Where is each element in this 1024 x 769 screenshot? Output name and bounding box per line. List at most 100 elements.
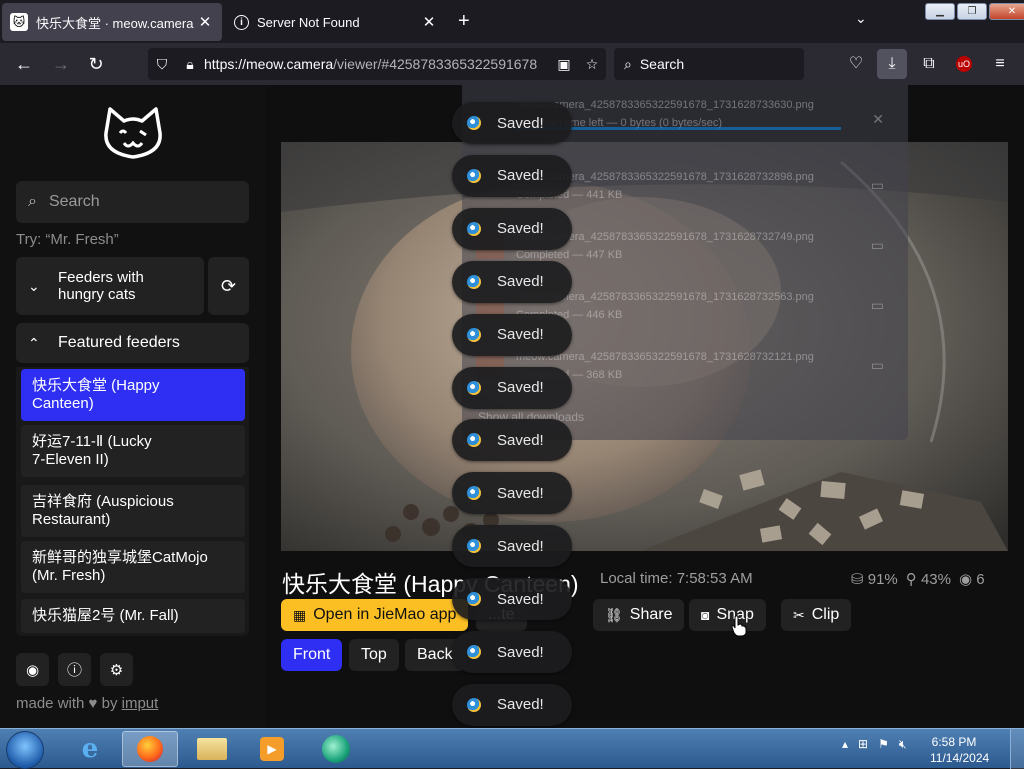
toast-label: Saved! xyxy=(497,114,544,132)
saved-toast[interactable]: Saved! xyxy=(452,683,572,726)
new-tab-plus-icon[interactable]: + xyxy=(458,10,470,33)
action-center-flag-icon[interactable]: ⚑ xyxy=(878,737,889,752)
sidebar: ⌕ Search Try: “Mr. Fresh” ⌄ Feeders with… xyxy=(0,85,265,728)
app-globe-icon[interactable] xyxy=(308,731,364,767)
sidebar-search-input[interactable]: ⌕ Search xyxy=(16,181,249,223)
tab-bar: 🐱 快乐大食堂 · meow.camera ✕ i Server Not Fou… xyxy=(0,0,1024,43)
folder-icon[interactable]: ▭ xyxy=(871,177,884,194)
media-player-icon[interactable]: ▶ xyxy=(244,731,300,767)
start-button-windows-logo-icon[interactable] xyxy=(6,731,44,769)
author-link[interactable]: imput xyxy=(122,695,159,712)
featured-feeders-toggle[interactable]: ⌃ Featured feeders xyxy=(16,323,249,363)
feeder-item-mr-fresh[interactable]: 新鲜哥的独享城堡CatMojo (Mr. Fresh) xyxy=(21,541,245,593)
cancel-download-icon[interactable]: ✕ xyxy=(872,111,884,128)
saved-toast[interactable]: Saved! xyxy=(452,260,572,303)
toast-label: Saved! xyxy=(497,537,544,555)
saved-toast[interactable]: Saved! xyxy=(452,472,572,515)
list-all-tabs-chevron-icon[interactable]: ⌄ xyxy=(855,10,867,27)
saved-toast[interactable]: Saved! xyxy=(452,419,572,462)
chevron-down-icon: ⌄ xyxy=(28,277,40,294)
url-path: /viewer/#4258783365322591678 xyxy=(333,56,538,72)
saved-toast[interactable]: Saved! xyxy=(452,631,572,673)
back-arrow-icon[interactable]: ← xyxy=(12,52,36,76)
open-in-jiemao-app-button[interactable]: ▦ Open in JieMao app xyxy=(281,599,469,631)
bookmark-star-icon[interactable]: ☆ xyxy=(578,56,606,73)
view-front-button[interactable]: Front xyxy=(281,639,343,671)
lock-icon[interactable]: 🔒︎ xyxy=(176,56,204,73)
saved-toast[interactable]: Saved! xyxy=(452,102,572,144)
search-icon: ⌕ xyxy=(28,193,37,210)
folder-icon[interactable]: ▭ xyxy=(871,237,884,254)
minimize-icon[interactable]: ▁ xyxy=(925,3,955,20)
url-text[interactable]: https://meow.camera/viewer/#425878336532… xyxy=(204,56,550,72)
tracking-shield-icon[interactable]: ⛉ xyxy=(148,56,176,73)
view-top-button[interactable]: Top xyxy=(349,639,399,671)
show-desktop-button[interactable] xyxy=(1010,729,1024,769)
meow-camera-logo-icon[interactable] xyxy=(100,103,166,163)
search-bar[interactable]: ⌕ Search xyxy=(614,48,804,80)
toast-camera-icon xyxy=(467,380,481,395)
toast-label: Saved! xyxy=(497,696,544,714)
tab-close-icon[interactable]: ✕ xyxy=(196,13,214,31)
feeder-item-happy-canteen[interactable]: 快乐大食堂 (Happy Canteen) xyxy=(21,369,245,421)
tab-close-icon[interactable]: ✕ xyxy=(420,13,438,31)
search-placeholder: Search xyxy=(48,193,100,210)
saved-toast[interactable]: Saved! xyxy=(452,207,572,250)
toast-camera-icon xyxy=(467,433,481,448)
pocket-icon[interactable]: ♡ xyxy=(844,52,868,76)
saved-toast[interactable]: Saved! xyxy=(452,154,572,197)
hamburger-menu-icon[interactable]: ≡ xyxy=(988,52,1012,76)
refresh-icon: ⟳ xyxy=(220,275,237,296)
feeder-item-mr-fall[interactable]: 快乐猫屋2号 (Mr. Fall) xyxy=(21,599,245,633)
refresh-button[interactable]: ⟳ xyxy=(208,257,249,315)
windows-taskbar: e ▶ ▴ ⊞ ⚑ 🔇︎ 6:58 PM 11/14/2024 xyxy=(0,728,1024,769)
reader-view-icon[interactable]: ▣ xyxy=(550,56,578,73)
feeder-label: 新鲜哥的独享城堡CatMojo (Mr. Fresh) xyxy=(32,549,208,584)
file-explorer-folder-icon[interactable] xyxy=(184,731,240,767)
window-close-icon[interactable]: ✕ xyxy=(989,3,1024,20)
feeder-label: 好运7-11-Ⅱ (Lucky 7-Eleven II) xyxy=(32,433,152,468)
discord-icon[interactable]: ◉ xyxy=(16,653,49,686)
ublock-origin-icon[interactable]: uO xyxy=(952,52,976,76)
address-bar[interactable]: ⛉ 🔒︎ https://meow.camera/viewer/#4258783… xyxy=(148,48,606,80)
reload-icon[interactable]: ↻ xyxy=(84,52,108,76)
toast-camera-icon xyxy=(467,327,481,342)
featured-label: Featured feeders xyxy=(58,334,180,351)
url-host: https://meow.camera xyxy=(204,56,334,72)
system-tray: ▴ ⊞ ⚑ 🔇︎ xyxy=(842,737,906,752)
made-with-text: made with xyxy=(16,695,85,712)
firefox-taskbar-icon[interactable] xyxy=(122,731,178,767)
clip-button[interactable]: ✂ Clip xyxy=(781,599,852,631)
feeder-item-auspicious-restaurant[interactable]: 吉祥食府 (Auspicious Restaurant) xyxy=(21,485,245,537)
volume-muted-icon[interactable]: 🔇︎ xyxy=(899,737,907,752)
battery-stat: ⚲ 43% xyxy=(905,571,951,588)
tab-meow-camera[interactable]: 🐱 快乐大食堂 · meow.camera ✕ xyxy=(2,3,222,41)
internet-explorer-icon[interactable]: e xyxy=(62,731,118,767)
toast-label: Saved! xyxy=(497,326,544,344)
toast-camera-icon xyxy=(467,486,481,501)
saved-toast[interactable]: Saved! xyxy=(452,578,572,621)
saved-toast[interactable]: Saved! xyxy=(452,525,572,568)
downloads-icon[interactable]: ⤓ xyxy=(877,49,907,79)
tab-title: Server Not Found xyxy=(257,14,360,30)
folder-icon[interactable]: ▭ xyxy=(871,357,884,374)
tab-server-not-found[interactable]: i Server Not Found ✕ xyxy=(226,3,446,41)
feeders-with-hungry-cats-toggle[interactable]: ⌄ Feeders with hungry cats xyxy=(16,257,204,315)
snap-button[interactable]: ◙ Snap xyxy=(689,599,766,631)
folder-icon[interactable]: ▭ xyxy=(871,297,884,314)
info-icon[interactable]: ⓘ xyxy=(58,653,91,686)
settings-gear-icon[interactable]: ⚙ xyxy=(100,653,133,686)
toast-camera-icon xyxy=(467,116,481,130)
feeder-item-lucky-7-eleven[interactable]: 好运7-11-Ⅱ (Lucky 7-Eleven II) xyxy=(21,425,245,477)
hand-cursor-icon xyxy=(731,615,747,637)
show-hidden-icons-arrow-icon[interactable]: ▴ xyxy=(842,737,848,752)
saved-toast[interactable]: Saved! xyxy=(452,313,572,356)
forward-arrow-icon[interactable]: → xyxy=(49,52,73,76)
saved-toast[interactable]: Saved! xyxy=(452,366,572,409)
network-icon[interactable]: ⊞ xyxy=(858,737,868,752)
feeder-label: 吉祥食府 (Auspicious Restaurant) xyxy=(32,493,174,528)
taskbar-clock[interactable]: 6:58 PM 11/14/2024 xyxy=(930,734,989,766)
extensions-puzzle-icon[interactable]: ⧉ xyxy=(917,52,941,76)
share-button[interactable]: ⛓ Share xyxy=(593,599,685,631)
maximize-icon[interactable]: ❐ xyxy=(957,3,987,20)
